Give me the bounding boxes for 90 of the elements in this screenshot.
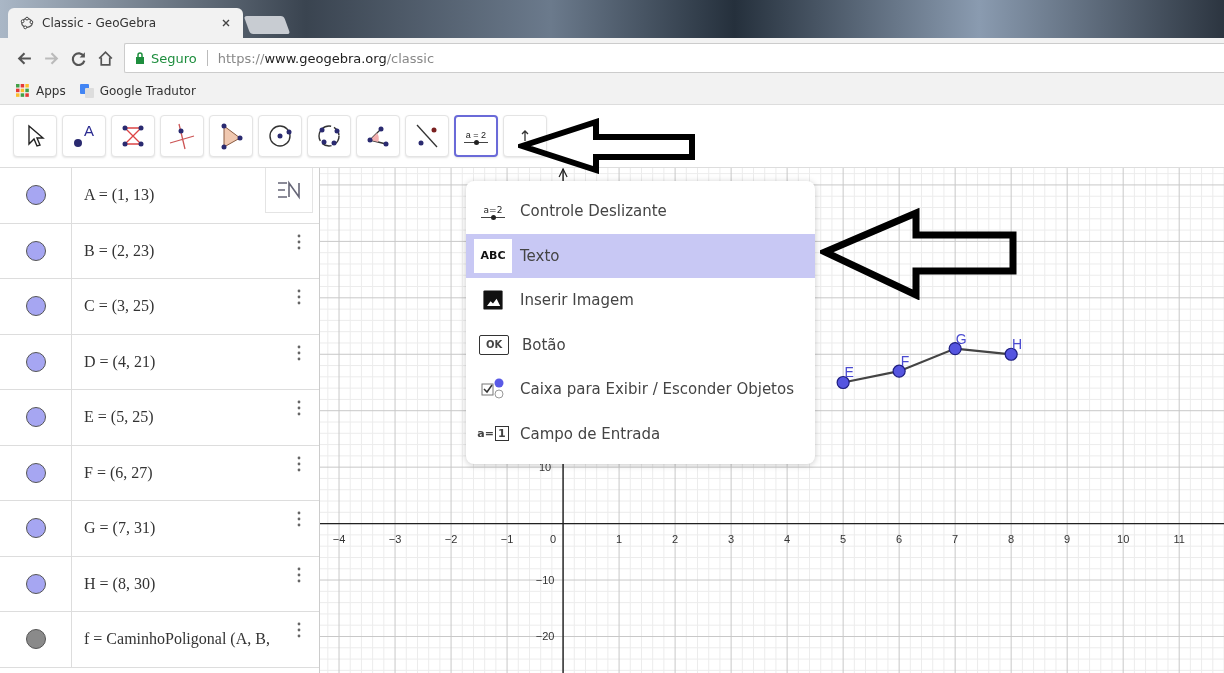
tool-button[interactable]: a = 2 [454,115,498,157]
button-tool-icon: OK [479,334,509,355]
visibility-dot[interactable] [25,462,46,483]
x-tick-label: 3 [728,532,735,545]
home-icon[interactable] [97,49,114,67]
menu-item[interactable]: a= 1 Campo de Entrada [466,411,815,456]
algebra-entry[interactable]: H = (8, 30) [84,574,156,592]
more-options-icon[interactable] [297,344,301,361]
menu-item[interactable]: Inserir Imagem [466,278,815,323]
url-scheme: https:// [217,50,265,66]
more-options-icon[interactable] [297,455,301,472]
tool-button[interactable] [258,115,302,157]
menu-item[interactable]: a=2 Controle Deslizante [466,189,815,234]
x-tick-label: 5 [840,532,847,545]
tool-button[interactable]: A [62,115,106,157]
graph-point[interactable] [892,364,906,378]
tool-button[interactable] [405,115,449,157]
more-options-icon[interactable] [297,289,301,305]
algebra-entry[interactable]: D = (4, 21) [84,352,156,370]
x-tick-label: −2 [444,532,458,545]
y-tick-label: −20 [535,630,555,643]
url-host: www.geogebra.org [264,50,387,66]
tool-button[interactable] [209,115,253,157]
lock-icon [135,52,145,64]
algebra-entry[interactable]: E = (5, 25) [84,408,154,426]
reload-icon[interactable] [70,49,87,67]
more-options-icon[interactable] [297,622,301,638]
visibility-dot[interactable] [25,407,46,428]
menu-item[interactable]: Caixa para Exibir / Esconder Objetos [466,367,815,412]
algebra-entry[interactable]: B = (2, 23) [84,241,155,259]
point-label: E [844,364,854,381]
algebra-entry[interactable]: C = (3, 25) [84,297,155,315]
bookmark-link[interactable]: Google Tradutor [79,84,196,98]
translate-icon [79,84,94,98]
geogebra-logo-icon [20,16,34,30]
address-field[interactable]: Seguro https://www.geogebra.org/classic [124,43,1224,73]
browser-tab[interactable]: Classic - GeoGebra [8,8,243,38]
origin-label: 0 [550,532,557,545]
url-path: /classic [386,50,435,66]
algebra-entry[interactable]: G = (7, 31) [84,519,156,537]
graph-point[interactable] [836,375,850,390]
new-tab-button[interactable] [243,16,291,34]
x-tick-label: 11 [1173,532,1185,545]
apps-grid-icon [16,84,30,98]
x-tick-label: 8 [1008,532,1015,545]
text-tool-icon: ABC [474,238,512,273]
algebra-entry[interactable]: f = CaminhoPoligonal (A, B, [84,630,270,648]
more-options-icon[interactable] [297,233,301,250]
perpendicular-lines-icon [167,121,197,151]
visibility-dot[interactable] [25,185,46,206]
graph-point[interactable] [948,342,962,356]
tool-button[interactable] [13,115,57,157]
y-tick-label: −10 [535,574,555,587]
x-tick-label: −3 [388,532,402,545]
x-tick-label: 2 [672,532,679,545]
style-bar-toggle[interactable] [265,168,313,213]
tool-button[interactable] [111,115,155,157]
x-tick-label: −1 [500,532,514,545]
tool-button[interactable] [356,115,400,157]
x-tick-label: −4 [332,532,346,545]
visibility-dot[interactable] [25,351,46,372]
tab-title: Classic - GeoGebra [42,16,158,30]
x-tick-label: 4 [784,532,791,545]
visibility-dot[interactable] [25,296,46,317]
bookmark-link[interactable]: Apps [16,84,66,98]
x-tick-label: 9 [1064,532,1071,545]
up-arrow-icon [521,130,529,142]
menu-item[interactable]: OK Botão [466,322,815,367]
more-options-icon[interactable] [297,566,301,583]
point-label: G [955,330,967,347]
algebra-entry[interactable]: A = (1, 13) [84,186,155,204]
more-options-icon[interactable] [297,400,301,416]
security-label: Seguro [151,50,197,66]
x-tick-label: 1 [616,532,623,545]
point-label: H [1012,336,1023,353]
visibility-dot[interactable] [25,629,46,650]
visibility-dot[interactable] [25,518,46,539]
visibility-dot[interactable] [25,573,46,594]
close-icon[interactable] [221,18,231,28]
x-tick-label: 6 [896,532,903,545]
x-tick-label: 10 [1117,532,1130,545]
more-options-icon[interactable] [297,511,301,527]
graph-point[interactable] [1004,347,1018,361]
x-tick-label: 7 [952,532,959,545]
visibility-dot[interactable] [25,240,46,261]
algebra-menu-icon [276,180,302,200]
tool-button[interactable] [307,115,351,157]
algebra-entry[interactable]: F = (6, 27) [84,463,153,481]
menu-item[interactable]: ABC Texto [466,233,815,278]
point-label: F [900,353,910,370]
